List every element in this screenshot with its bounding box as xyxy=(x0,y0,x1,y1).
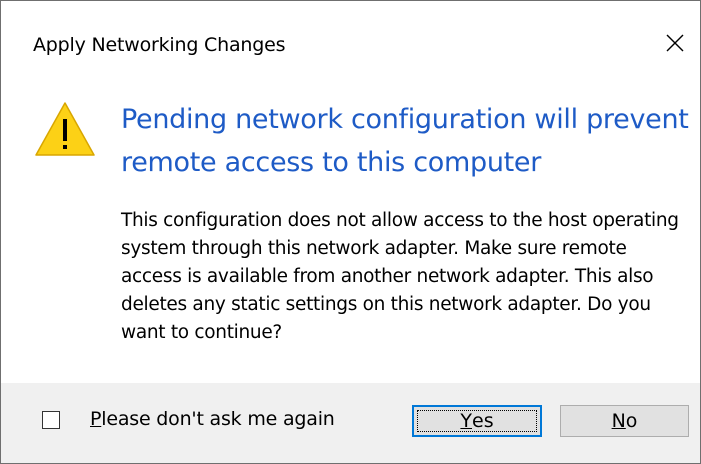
dialog-title: Apply Networking Changes xyxy=(33,34,286,56)
dont-ask-again-label[interactable]: Please don't ask me again xyxy=(90,408,335,430)
dont-ask-again-checkbox[interactable] xyxy=(42,411,60,429)
yes-button[interactable]: Yes xyxy=(412,405,542,437)
dialog-footer: Please don't ask me again Yes No xyxy=(1,383,700,463)
checkbox-label-mnemonic: P xyxy=(90,408,102,430)
dialog-window: Apply Networking Changes Pending network… xyxy=(0,0,701,464)
dialog-message: This configuration does not allow access… xyxy=(121,210,679,343)
title-bar: Apply Networking Changes xyxy=(1,1,700,85)
checkbox-label-text: lease don't ask me again xyxy=(101,408,335,430)
no-label: o xyxy=(625,410,638,432)
close-icon xyxy=(666,34,684,52)
warning-icon xyxy=(35,102,95,156)
no-mnemonic: N xyxy=(611,410,626,432)
focus-ring xyxy=(417,410,537,432)
no-button[interactable]: No xyxy=(560,405,689,437)
dialog-heading: Pending network configuration will preve… xyxy=(121,104,689,178)
close-button[interactable] xyxy=(650,17,700,69)
